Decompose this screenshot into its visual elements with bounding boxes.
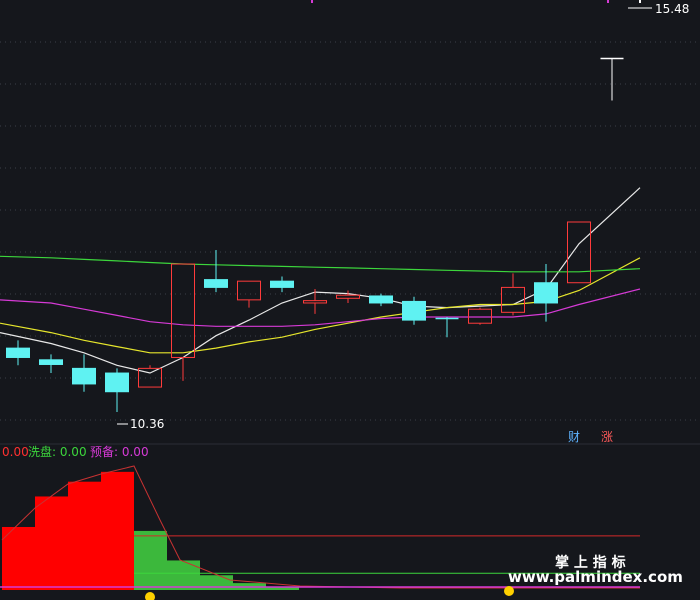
candle-body — [270, 280, 294, 288]
signal-dot — [504, 586, 514, 596]
event-marker: 涨 — [601, 429, 613, 444]
candle — [39, 354, 63, 374]
moving-average-lines — [0, 187, 641, 374]
ma-line-0 — [0, 187, 641, 374]
candle-body — [6, 347, 30, 358]
candle-body — [468, 308, 492, 324]
candle-body — [336, 294, 360, 299]
indicator-legend-xipan: 洗盘: 0.00 — [28, 444, 87, 459]
indicator-green-bar — [200, 575, 233, 590]
candle — [369, 293, 393, 307]
indicator-red-bar — [68, 481, 101, 590]
candle-body — [402, 300, 426, 321]
candle-body — [39, 359, 63, 365]
price-labels: 15.48 10.36 财 涨 — [117, 2, 689, 444]
max-price-label: 15.48 — [655, 2, 689, 16]
indicator-bars — [2, 471, 299, 590]
indicator-red-bar — [35, 496, 68, 590]
candle-body — [534, 282, 558, 304]
indicator-value-first: 0.00 — [2, 445, 29, 459]
price-grid — [0, 0, 700, 421]
watermark-url: www.palmindex.com — [508, 568, 683, 586]
stock-chart: 15.48 10.36 财 涨 0.00 洗盘: 0.00 预备: 0.00 掌 上 … — [0, 0, 700, 600]
min-price-label: 10.36 — [130, 417, 164, 431]
candle — [435, 316, 459, 338]
candle-body — [105, 372, 129, 393]
indicator-red-bar — [2, 526, 35, 590]
candle — [72, 354, 96, 392]
candle — [468, 307, 492, 325]
candle — [501, 273, 525, 316]
signal-dot — [145, 592, 155, 600]
event-marker: 财 — [568, 430, 580, 444]
candle — [600, 57, 624, 101]
candle — [534, 264, 558, 322]
candle — [6, 340, 30, 366]
ma-line-3 — [0, 255, 641, 273]
candle — [204, 250, 228, 293]
candle — [270, 276, 294, 293]
candle-body — [171, 263, 195, 358]
watermark: 掌 上 指 标 www.palmindex.com — [508, 554, 683, 586]
candle — [402, 296, 426, 325]
candle-body — [237, 280, 261, 301]
indicator-green-bar — [167, 560, 200, 590]
candle — [138, 365, 162, 388]
candle-body — [369, 295, 393, 304]
indicator-red-bar — [101, 471, 134, 590]
indicator-legend-yubei: 预备: 0.00 — [90, 445, 149, 459]
indicator-green-bar — [134, 530, 167, 590]
candle — [171, 263, 195, 381]
candle-body — [501, 286, 525, 313]
candle-body — [204, 279, 228, 288]
candle — [336, 290, 360, 303]
candle — [105, 368, 129, 412]
candle-body — [72, 367, 96, 385]
price-panel: 15.48 10.36 财 涨 — [0, 0, 700, 444]
candle-body — [303, 300, 327, 304]
